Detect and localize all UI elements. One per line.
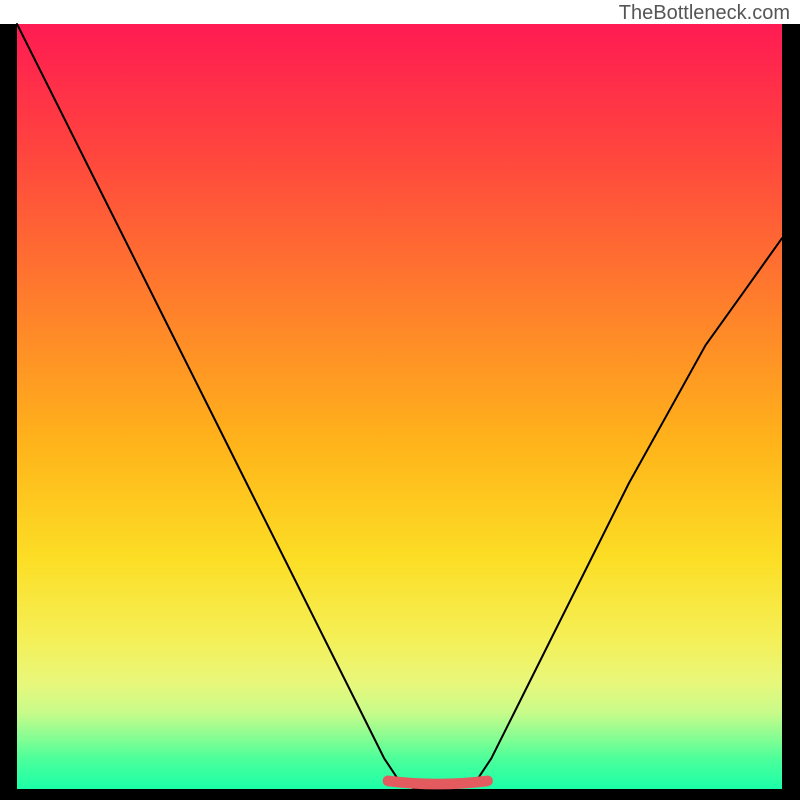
chart-svg	[0, 0, 800, 800]
watermark-text: TheBottleneck.com	[619, 2, 790, 25]
chart-container: TheBottleneck.com	[0, 0, 800, 800]
bottom-marker-band	[388, 781, 488, 784]
v-curve	[17, 24, 782, 789]
